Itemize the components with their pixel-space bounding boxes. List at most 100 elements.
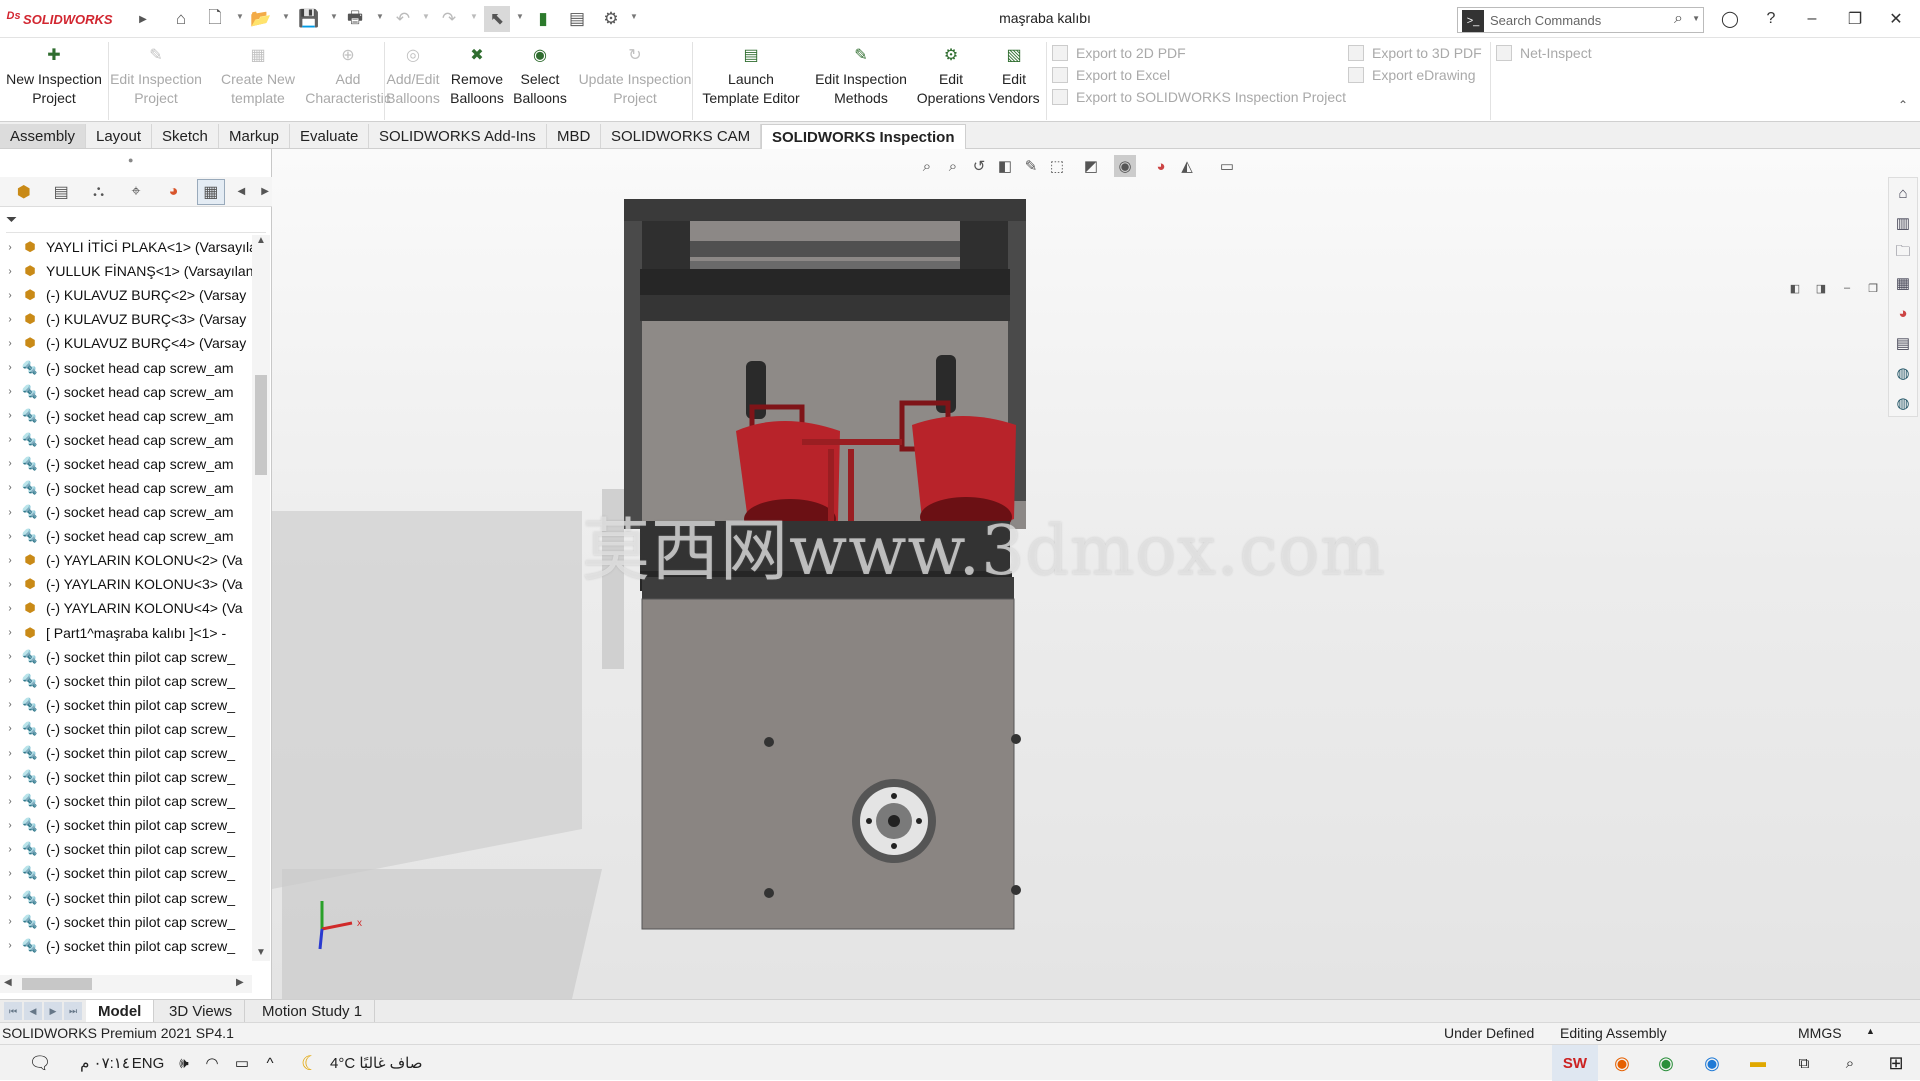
options-dropdown-icon[interactable]: ▼ [630, 12, 638, 21]
tree-item[interactable]: › ⬢ YULLUK FİNANŞ<1> (Varsayılan [0, 259, 252, 283]
tab-sketch[interactable]: Sketch [152, 124, 219, 148]
tree-item[interactable]: › 🔩 (-) socket head cap screw_am [0, 428, 252, 452]
expand-arrow-icon[interactable]: › [0, 699, 20, 710]
expand-arrow-icon[interactable]: › [0, 796, 20, 807]
expand-arrow-icon[interactable]: › [0, 266, 20, 277]
tree-item[interactable]: › ⬢ YAYLI İTİCİ PLAKA<1> (Varsayıla [0, 235, 252, 259]
expand-arrow-icon[interactable]: › [0, 892, 20, 903]
update-project-button[interactable]: ↻ Update Inspection Project [572, 44, 698, 120]
tree-item[interactable]: › 🔩 (-) socket thin pilot cap screw_ [0, 741, 252, 765]
tree-item[interactable]: › ⬢ (-) YAYLARIN KOLONU<4> (Va [0, 596, 252, 620]
prev-tab-icon[interactable]: ◀ [24, 1002, 42, 1020]
tree-item[interactable]: › 🔩 (-) socket thin pilot cap screw_ [0, 837, 252, 861]
tree-item[interactable]: › ⬢ (-) KULAVUZ BURÇ<2> (Varsay [0, 283, 252, 307]
search-icon[interactable]: ⌕ [1674, 10, 1683, 28]
custom-properties-icon[interactable]: ▤ [1889, 328, 1917, 358]
operations-button[interactable]: ⚙ Edit Operations [917, 44, 985, 120]
expand-arrow-icon[interactable]: › [0, 916, 20, 927]
minimize-icon[interactable]: – [1797, 6, 1827, 32]
tree-item[interactable]: › 🔩 (-) socket thin pilot cap screw_ [0, 645, 252, 669]
scroll-up-arrow-icon[interactable]: ▲ [256, 235, 266, 246]
tree-filter[interactable]: ⏷ [6, 211, 266, 233]
scrollbar-thumb[interactable] [255, 375, 267, 475]
tree-item[interactable]: › 🔩 (-) socket thin pilot cap screw_ [0, 669, 252, 693]
scroll-left-arrow-icon[interactable]: ◀ [4, 977, 12, 988]
search-commands-box[interactable]: >_ Search Commands ⌕ ▼ [1457, 7, 1704, 33]
balloons-button[interactable]: ◎ Add/Edit Balloons [384, 44, 442, 120]
weather-moon-icon[interactable]: ☾ [296, 1045, 324, 1081]
file-properties-icon[interactable]: ▤ [564, 6, 590, 32]
expand-arrow-icon[interactable]: › [0, 290, 20, 301]
print-icon[interactable]: 🖶 [342, 6, 368, 32]
expand-arrow-icon[interactable]: › [0, 507, 20, 518]
inspection-methods-button[interactable]: ✎ Edit Inspection Methods [806, 44, 916, 120]
firefox-icon[interactable]: ◉ [1604, 1045, 1640, 1081]
task-view-icon[interactable]: ⧉ [1786, 1045, 1822, 1081]
export-sw-inspection-button[interactable]: Export to SOLIDWORKS Inspection Project [1052, 86, 1346, 108]
redo-icon[interactable]: ↷ [436, 6, 462, 32]
scroll-right-arrow-icon[interactable]: ▶ [236, 977, 244, 988]
edit-inspection-project-button[interactable]: ✎ Edit Inspection Project [108, 44, 204, 120]
expand-arrow-icon[interactable]: › [0, 362, 20, 373]
unit-system[interactable]: MMGS [1798, 1025, 1842, 1041]
export-edrawing-button[interactable]: Export eDrawing [1348, 64, 1482, 86]
export-excel-button[interactable]: Export to Excel [1052, 64, 1346, 86]
volume-icon[interactable]: 🕪 [172, 1045, 196, 1081]
add-characteristic-button[interactable]: ⊕ Add Characteristic [305, 44, 391, 120]
tree-item[interactable]: › ⬢ (-) KULAVUZ BURÇ<3> (Varsay [0, 307, 252, 331]
network-icon[interactable]: ◠ [200, 1045, 224, 1081]
tabs-right-arrow-icon[interactable]: ▶ [258, 179, 272, 205]
expand-arrow-icon[interactable]: › [0, 627, 20, 638]
next-tab-icon[interactable]: ▶ [44, 1002, 62, 1020]
expand-arrow-icon[interactable]: › [0, 338, 20, 349]
expand-arrow-icon[interactable]: › [0, 314, 20, 325]
expand-arrow-icon[interactable]: › [0, 434, 20, 445]
menu-expand-icon[interactable]: ▶ [130, 6, 156, 32]
user-account-icon[interactable]: ◯ [1715, 6, 1745, 32]
3dexperience-icon[interactable]: ◍ [1889, 388, 1917, 418]
expand-arrow-icon[interactable]: › [0, 579, 20, 590]
property-manager-tab-icon[interactable]: ▤ [47, 179, 74, 205]
solidworks-taskbar-icon[interactable]: SW [1552, 1045, 1598, 1081]
select-cursor-icon[interactable]: ⬉ [484, 6, 510, 32]
panel-splitter-handle[interactable]: ● [128, 155, 133, 165]
tree-item[interactable]: › 🔩 (-) socket thin pilot cap screw_ [0, 765, 252, 789]
help-icon[interactable]: ? [1756, 6, 1786, 32]
feature-manager-tab-icon[interactable]: ⬢ [10, 179, 37, 205]
chrome-icon[interactable]: ◉ [1648, 1045, 1684, 1081]
expand-arrow-icon[interactable]: › [0, 555, 20, 566]
start-windows-icon[interactable]: ⊞ [1878, 1045, 1914, 1081]
tab-model[interactable]: Model [86, 1000, 155, 1022]
open-folder-icon[interactable]: 📂 [248, 6, 274, 32]
tree-item[interactable]: › 🔩 (-) socket thin pilot cap screw_ [0, 789, 252, 813]
home-icon[interactable]: ⌂ [168, 6, 194, 32]
expand-arrow-icon[interactable]: › [0, 386, 20, 397]
tree-item[interactable]: › 🔩 (-) socket head cap screw_am [0, 404, 252, 428]
expand-arrow-icon[interactable]: › [0, 844, 20, 855]
file-explorer-taskbar-icon[interactable]: ▬ [1740, 1045, 1776, 1081]
weather-text[interactable]: 4°C صاف غالبًا [330, 1045, 460, 1081]
tree-item[interactable]: › ⬢ (-) KULAVUZ BURÇ<4> (Varsay [0, 331, 252, 355]
undo-dropdown-icon[interactable]: ▼ [422, 12, 430, 21]
tree-horizontal-scrollbar[interactable]: ◀ ▶ [0, 975, 252, 993]
tree-item[interactable]: › ⬢ (-) YAYLARIN KOLONU<2> (Va [0, 548, 252, 572]
expand-arrow-icon[interactable]: › [0, 651, 20, 662]
expand-arrow-icon[interactable]: › [0, 820, 20, 831]
tab-solidworks-inspection[interactable]: SOLIDWORKS Inspection [761, 124, 966, 150]
expand-arrow-icon[interactable]: › [0, 772, 20, 783]
net-inspect-button[interactable]: Net-Inspect [1496, 42, 1592, 64]
tab-layout[interactable]: Layout [86, 124, 153, 148]
tree-item[interactable]: › ⬢ (-) YAYLARIN KOLONU<3> (Va [0, 572, 252, 596]
file-explorer-icon[interactable]: 🗀 [1889, 238, 1917, 268]
expand-arrow-icon[interactable]: › [0, 242, 20, 253]
traffic-light-icon[interactable]: ▮ [530, 6, 556, 32]
select-balloons-button[interactable]: ◉ Select Balloons [512, 44, 568, 120]
tree-item[interactable]: › 🔩 (-) socket head cap screw_am [0, 524, 252, 548]
solidworks-forum-icon[interactable]: ◍ [1889, 358, 1917, 388]
taskbar-search-icon[interactable]: ⌕ [1832, 1045, 1868, 1081]
solidworks-logo[interactable]: ᴰˢ SOLIDWORKS [6, 8, 113, 30]
solidworks-resources-icon[interactable]: ⌂ [1889, 178, 1917, 208]
appearances-icon[interactable]: ◕ [1889, 298, 1917, 328]
show-hidden-icons[interactable]: ^ [260, 1045, 280, 1081]
expand-arrow-icon[interactable]: › [0, 482, 20, 493]
